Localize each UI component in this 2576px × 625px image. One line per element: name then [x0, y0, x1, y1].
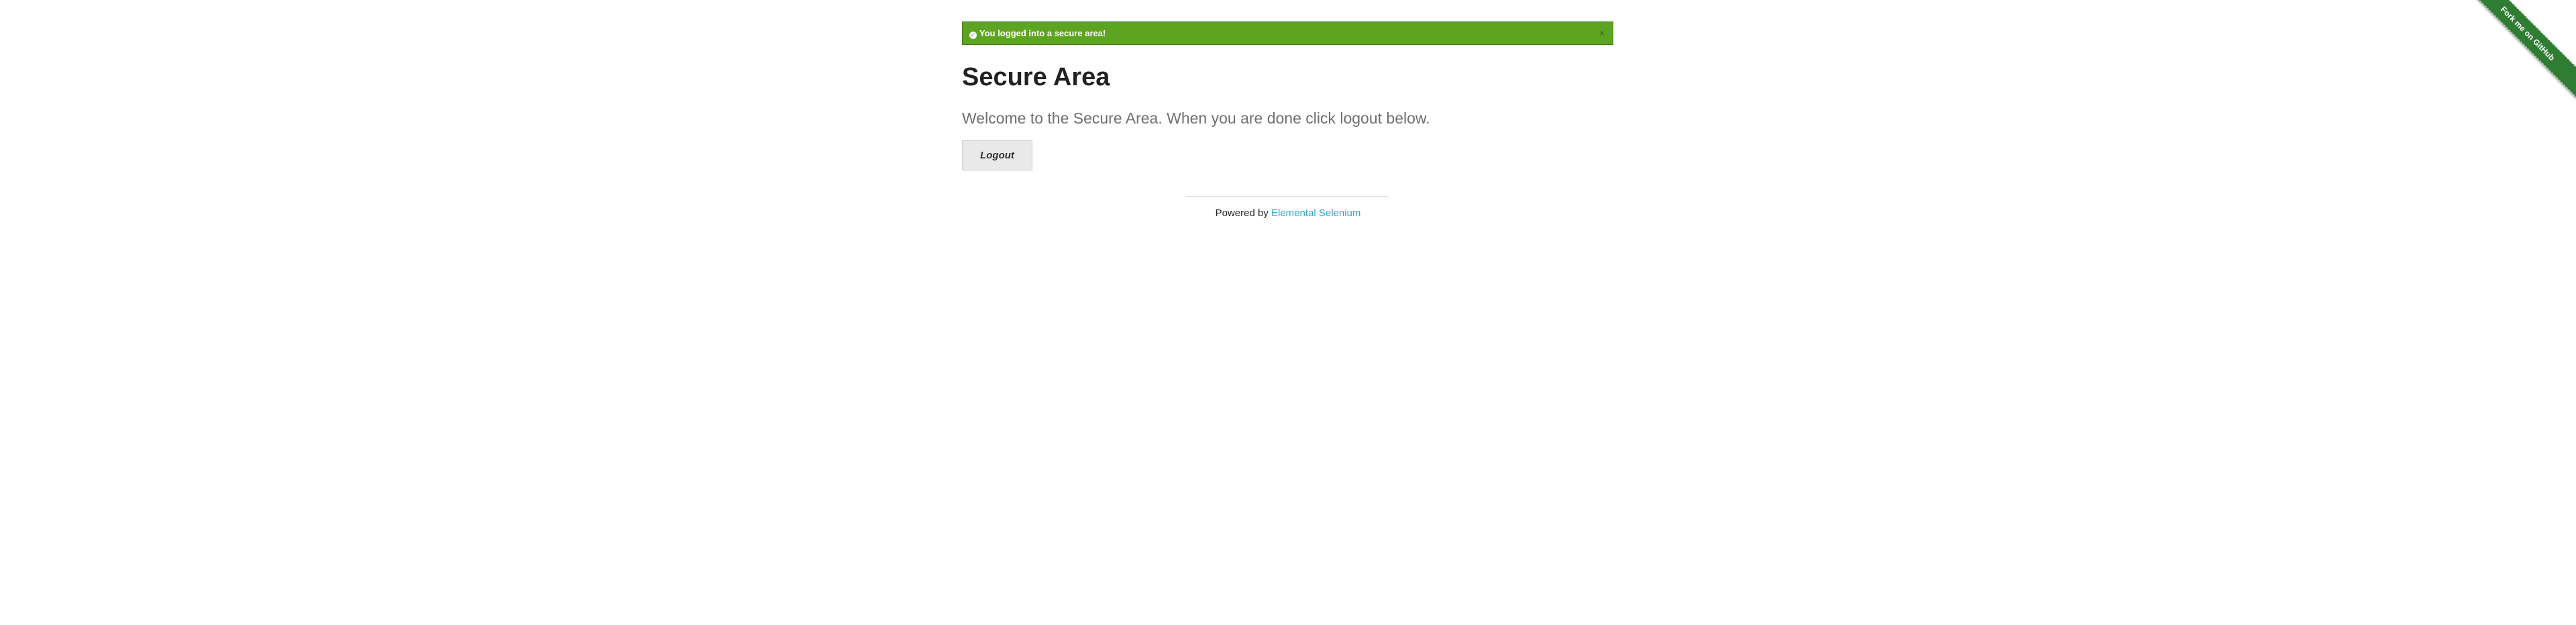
logout-button[interactable]: Logout [962, 140, 1032, 171]
footer-prefix: Powered by [1215, 207, 1271, 219]
flash-message-text: You logged into a secure area! [979, 28, 1106, 38]
elemental-selenium-link[interactable]: Elemental Selenium [1271, 207, 1360, 219]
close-flash-button[interactable]: × [1599, 22, 1605, 44]
github-ribbon-container: Fork me on GitHub [2476, 0, 2576, 100]
content-row: ✓ You logged into a secure area! × Secure… [962, 21, 1613, 171]
page: ✓ You logged into a secure area! × Secure… [0, 0, 2576, 625]
fork-on-github-ribbon[interactable]: Fork me on GitHub [2476, 0, 2576, 99]
page-title: Secure Area [962, 63, 1110, 91]
check-circle-icon: ✓ [969, 32, 977, 39]
footer: Powered by Elemental Selenium [1140, 207, 1436, 219]
flash-success-message: ✓ You logged into a secure area! × [962, 21, 1613, 45]
footer-divider [1186, 196, 1389, 197]
welcome-subheader: Welcome to the Secure Area. When you are… [962, 109, 1430, 127]
